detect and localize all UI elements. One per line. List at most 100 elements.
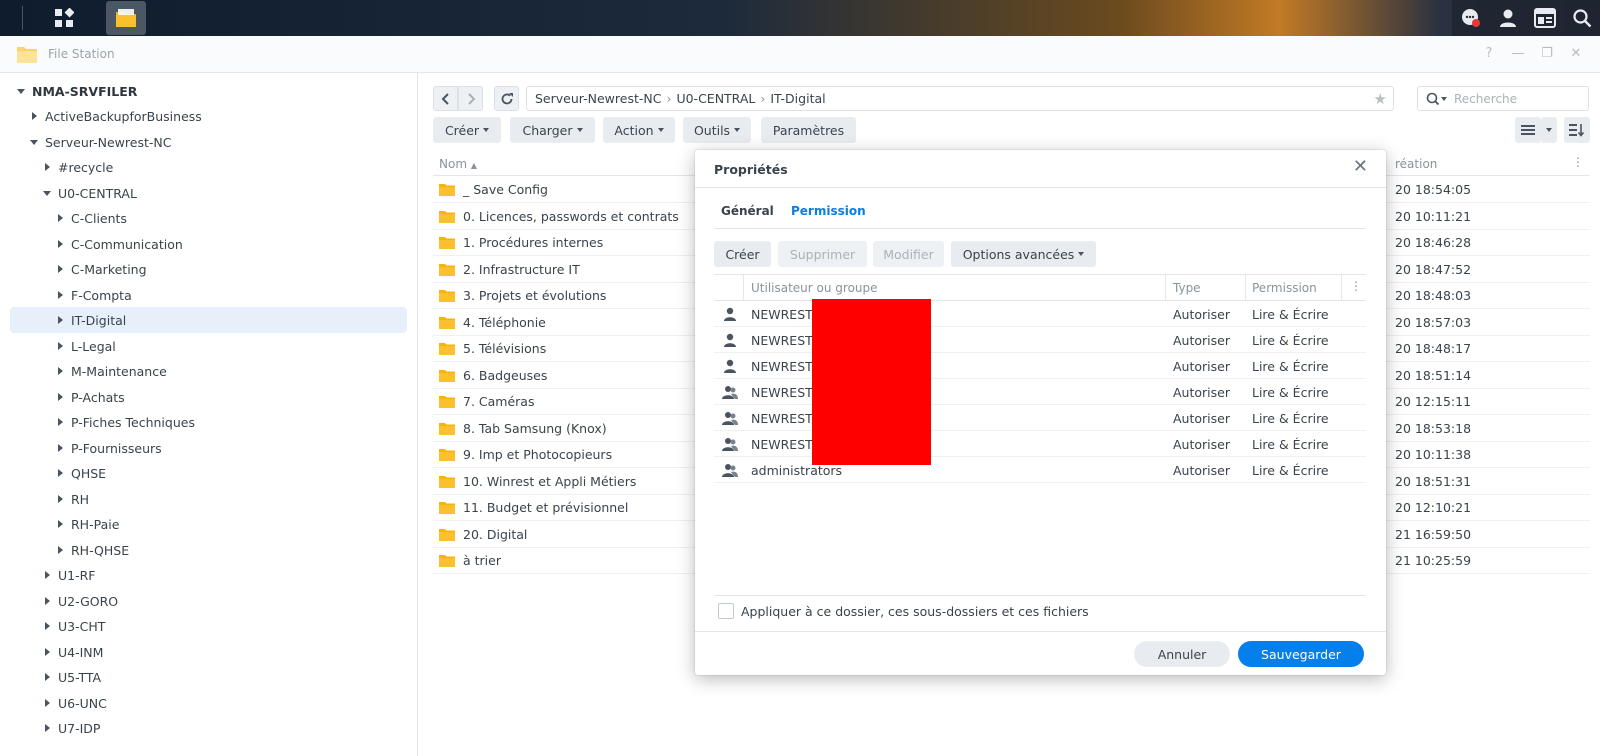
upload-button[interactable]: Charger bbox=[510, 117, 595, 143]
caret-right-icon[interactable] bbox=[42, 161, 54, 173]
caret-right-icon[interactable] bbox=[55, 391, 67, 403]
column-created-header[interactable]: réation bbox=[1395, 157, 1437, 171]
caret-right-icon[interactable] bbox=[55, 314, 67, 326]
caret-right-icon[interactable] bbox=[55, 238, 67, 250]
tree-item[interactable]: C-Marketing bbox=[55, 256, 147, 282]
tree-item[interactable]: U6-UNC bbox=[42, 690, 107, 716]
tree-item[interactable]: U0-CENTRAL bbox=[42, 180, 137, 206]
action-button[interactable]: Action bbox=[603, 117, 675, 143]
tools-button[interactable]: Outils bbox=[683, 117, 751, 143]
star-icon[interactable]: ★ bbox=[1374, 90, 1387, 108]
tree-item[interactable]: U2-GORO bbox=[42, 588, 118, 614]
tree-item-selected[interactable]: IT-Digital bbox=[10, 307, 407, 333]
tree-item[interactable]: RH bbox=[55, 486, 89, 512]
caret-down-icon[interactable] bbox=[29, 136, 41, 148]
advanced-options-button[interactable]: Options avancées bbox=[951, 241, 1096, 267]
caret-right-icon[interactable] bbox=[42, 620, 54, 632]
caret-right-icon[interactable] bbox=[42, 595, 54, 607]
sort-button[interactable] bbox=[1564, 117, 1590, 143]
column-menu-icon[interactable]: ⋮ bbox=[1350, 279, 1362, 293]
caret-right-icon[interactable] bbox=[42, 697, 54, 709]
tree-item[interactable]: M-Maintenance bbox=[55, 358, 167, 384]
apply-recursive-label[interactable]: Appliquer à ce dossier, ces sous-dossier… bbox=[741, 604, 1089, 619]
tree-item[interactable]: RH-QHSE bbox=[55, 537, 129, 563]
cancel-button[interactable]: Annuler bbox=[1134, 641, 1230, 667]
caret-down-icon[interactable] bbox=[16, 85, 28, 97]
tab-general[interactable]: Général bbox=[721, 204, 774, 218]
column-name-header[interactable]: Nom ▲ bbox=[439, 157, 477, 171]
caret-right-icon[interactable] bbox=[55, 544, 67, 556]
close-window-icon[interactable]: ✕ bbox=[1569, 47, 1583, 61]
search-box[interactable] bbox=[1417, 86, 1589, 111]
widgets-button[interactable] bbox=[1526, 0, 1563, 36]
tree-item[interactable]: L-Legal bbox=[55, 333, 116, 359]
tree-item[interactable]: P-Fournisseurs bbox=[55, 435, 162, 461]
path-segment[interactable]: IT-Digital bbox=[770, 91, 825, 106]
column-user-header[interactable]: Utilisateur ou groupe bbox=[751, 281, 878, 295]
tab-permission[interactable]: Permission bbox=[791, 204, 866, 218]
apply-recursive-checkbox[interactable] bbox=[718, 603, 734, 619]
path-segment[interactable]: Serveur-Newrest-NC bbox=[535, 91, 661, 106]
tree-item[interactable]: U3-CHT bbox=[42, 613, 105, 639]
tree-item[interactable]: RH-Paie bbox=[55, 511, 119, 537]
column-menu-icon[interactable]: ⋮ bbox=[1572, 155, 1584, 169]
create-button[interactable]: Créer bbox=[433, 117, 501, 143]
permission-delete-button[interactable]: Supprimer bbox=[778, 241, 867, 267]
tree-item[interactable]: U7-IDP bbox=[42, 715, 100, 741]
notifications-button[interactable] bbox=[1452, 0, 1489, 36]
caret-right-icon[interactable] bbox=[55, 493, 67, 505]
caret-right-icon[interactable] bbox=[55, 212, 67, 224]
caret-right-icon[interactable] bbox=[55, 416, 67, 428]
user-menu-button[interactable] bbox=[1489, 0, 1526, 36]
close-icon[interactable]: ✕ bbox=[1353, 158, 1368, 176]
caret-right-icon[interactable] bbox=[42, 671, 54, 683]
tree-item[interactable]: F-Compta bbox=[55, 282, 132, 308]
caret-right-icon[interactable] bbox=[55, 340, 67, 352]
caret-right-icon[interactable] bbox=[42, 646, 54, 658]
view-options-dropdown[interactable] bbox=[1541, 117, 1557, 143]
list-view-button[interactable] bbox=[1515, 117, 1541, 143]
search-taskbar-button[interactable] bbox=[1563, 0, 1600, 36]
tree-item[interactable]: ActiveBackupforBusiness bbox=[29, 103, 202, 129]
main-menu-button[interactable] bbox=[44, 0, 84, 36]
column-permission-header[interactable]: Permission bbox=[1252, 281, 1317, 295]
settings-button[interactable]: Paramètres bbox=[761, 117, 856, 143]
restore-icon[interactable]: ❐ bbox=[1540, 47, 1554, 61]
tree-root[interactable]: NMA-SRVFILER bbox=[16, 78, 137, 104]
tree-item[interactable]: C-Communication bbox=[55, 231, 183, 257]
caret-right-icon[interactable] bbox=[55, 442, 67, 454]
tree-item[interactable]: C-Clients bbox=[55, 205, 127, 231]
search-icon[interactable] bbox=[1426, 92, 1448, 106]
forward-button[interactable] bbox=[458, 86, 483, 111]
tree-item[interactable]: #recycle bbox=[42, 154, 113, 180]
caret-down-icon[interactable] bbox=[42, 187, 54, 199]
search-input[interactable] bbox=[1454, 91, 1574, 106]
tree-item[interactable]: U4-INM bbox=[42, 639, 103, 665]
caret-right-icon[interactable] bbox=[42, 569, 54, 581]
tree-item[interactable]: Serveur-Newrest-NC bbox=[29, 129, 171, 155]
caret-right-icon[interactable] bbox=[55, 518, 67, 530]
caret-right-icon[interactable] bbox=[55, 289, 67, 301]
path-bar[interactable]: Serveur-Newrest-NC › U0-CENTRAL › IT-Dig… bbox=[526, 86, 1394, 111]
column-type-header[interactable]: Type bbox=[1173, 281, 1201, 295]
permission-create-button[interactable]: Créer bbox=[714, 241, 771, 267]
tree-item[interactable]: QHSE bbox=[55, 460, 106, 486]
back-button[interactable] bbox=[433, 86, 458, 111]
path-segment[interactable]: U0-CENTRAL bbox=[676, 91, 755, 106]
tree-item[interactable]: P-Achats bbox=[55, 384, 125, 410]
caret-right-icon[interactable] bbox=[42, 722, 54, 734]
permission-edit-button[interactable]: Modifier bbox=[873, 241, 944, 267]
save-button[interactable]: Sauvegarder bbox=[1238, 641, 1364, 667]
tree-label: U2-GORO bbox=[58, 593, 119, 609]
refresh-button[interactable] bbox=[494, 86, 519, 111]
minimize-icon[interactable]: — bbox=[1511, 47, 1525, 61]
caret-right-icon[interactable] bbox=[55, 365, 67, 377]
tree-item[interactable]: U1-RF bbox=[42, 562, 96, 588]
file-station-taskbar-button[interactable] bbox=[106, 1, 146, 35]
caret-right-icon[interactable] bbox=[55, 467, 67, 479]
tree-item[interactable]: P-Fiches Techniques bbox=[55, 409, 195, 435]
tree-item[interactable]: U5-TTA bbox=[42, 664, 101, 690]
help-icon[interactable]: ? bbox=[1482, 47, 1496, 61]
caret-right-icon[interactable] bbox=[55, 263, 67, 275]
caret-right-icon[interactable] bbox=[29, 110, 41, 122]
